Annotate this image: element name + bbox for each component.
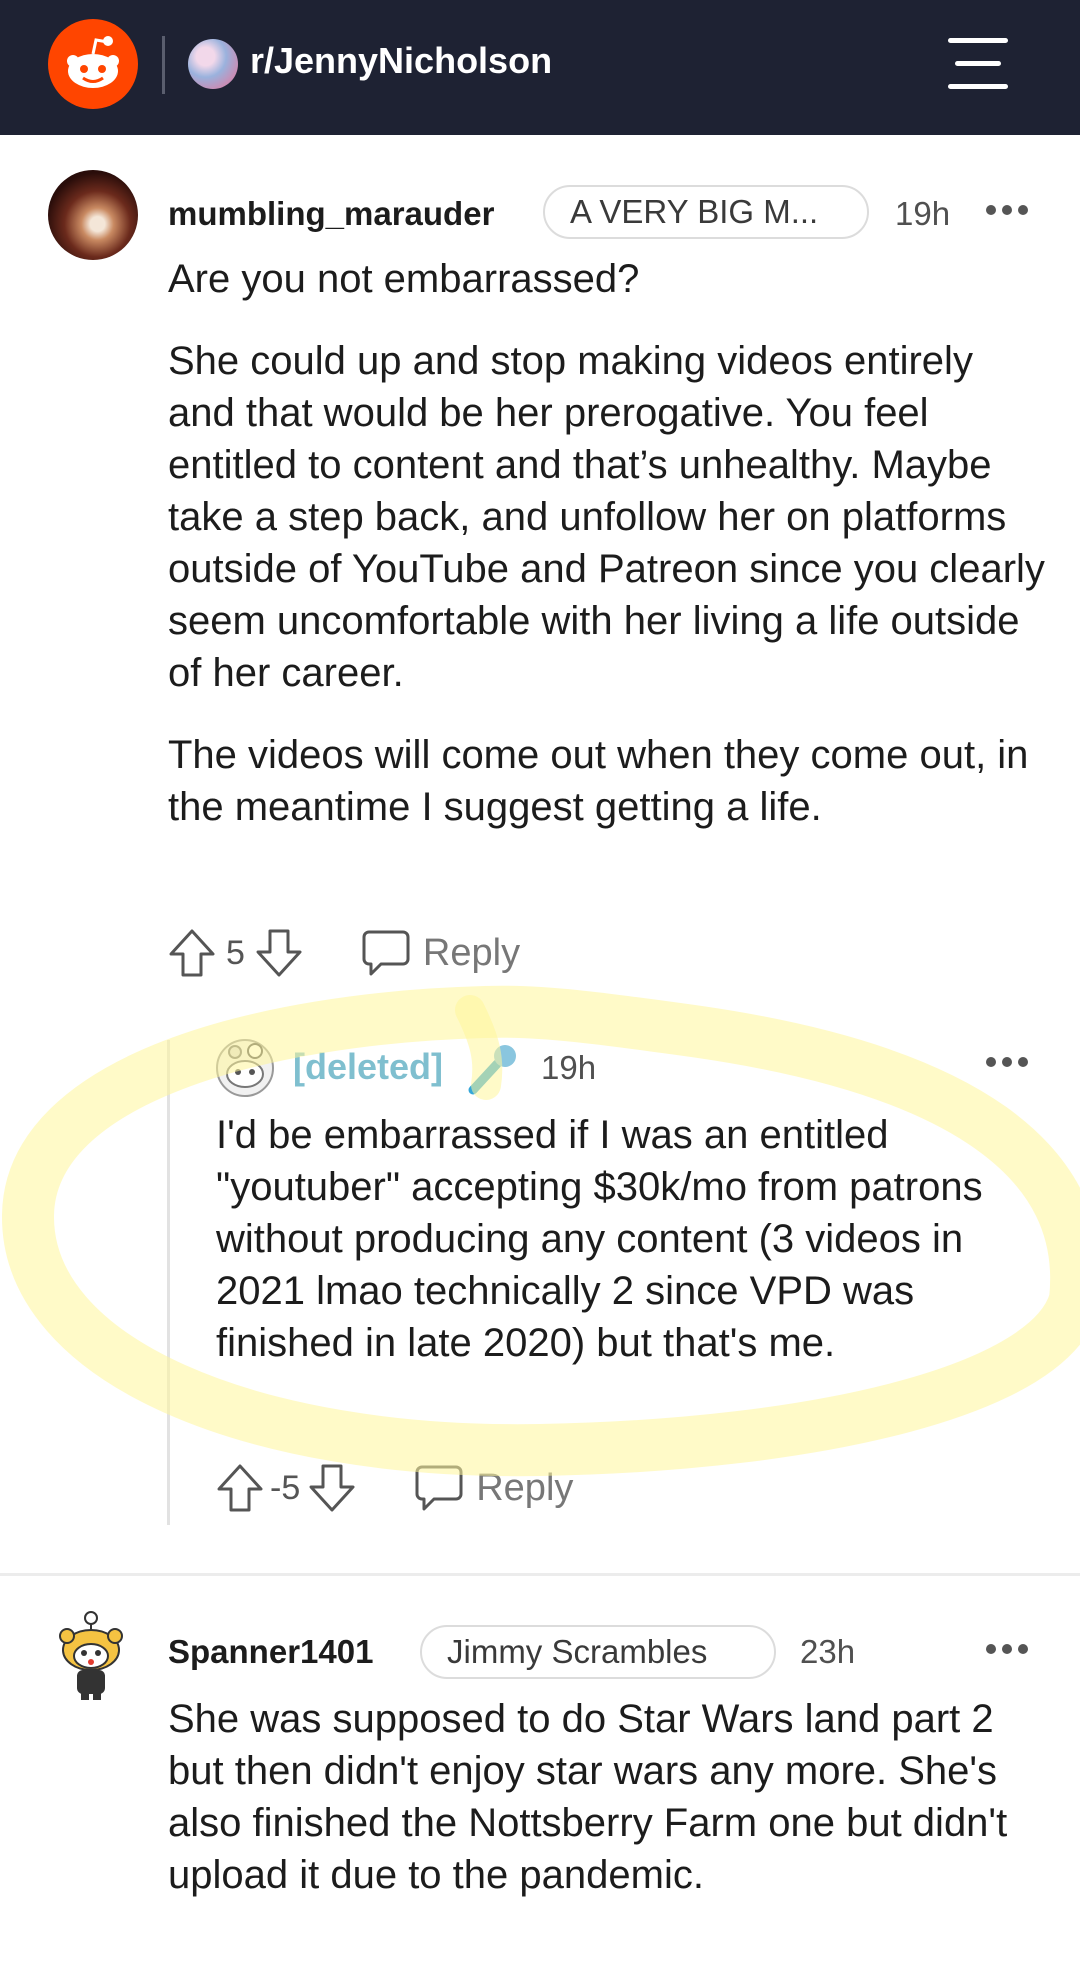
user-flair: Jimmy Scrambles — [420, 1625, 776, 1679]
comment-username[interactable]: [deleted] — [293, 1046, 443, 1088]
reply-button[interactable]: Reply — [476, 1467, 573, 1510]
header-divider — [162, 36, 165, 94]
comment-time: 23h — [800, 1633, 856, 1670]
avatar[interactable] — [48, 170, 138, 260]
downvote-icon[interactable] — [255, 928, 303, 978]
user-flair: A VERY BIG M... — [543, 185, 869, 239]
comment-body: I'd be embarrassed if I was an entitled … — [216, 1113, 983, 1365]
downvote-icon[interactable] — [308, 1463, 356, 1513]
reply-icon[interactable] — [414, 1464, 464, 1512]
comment-paragraph: Are you not embarrassed? — [168, 257, 640, 301]
upvote-icon[interactable] — [168, 928, 216, 978]
vote-count: -5 — [270, 1468, 301, 1507]
subreddit-icon[interactable] — [188, 39, 238, 89]
comment-username[interactable]: mumbling_marauder — [168, 195, 494, 233]
comment-time: 19h — [541, 1049, 597, 1086]
comment-body: She was supposed to do Star Wars land pa… — [168, 1697, 1008, 1897]
reply-button[interactable]: Reply — [423, 932, 520, 975]
reddit-logo-icon[interactable] — [48, 19, 138, 109]
more-options-icon[interactable] — [986, 1644, 1028, 1656]
snoo-avatar-icon — [216, 1039, 274, 1097]
thread-line[interactable] — [167, 1040, 170, 1525]
top-bar: r/JennyNicholson — [0, 0, 1080, 135]
comment-body: Are you not embarrassed? She could up an… — [168, 253, 1048, 833]
more-options-icon[interactable] — [986, 205, 1028, 217]
comment-separator — [0, 1573, 1080, 1576]
subreddit-name[interactable]: r/JennyNicholson — [250, 40, 552, 82]
comment-actions: -5 Reply — [216, 1463, 573, 1513]
more-options-icon[interactable] — [986, 1057, 1028, 1069]
comment-time: 19h — [895, 195, 951, 232]
upvote-icon[interactable] — [216, 1463, 264, 1513]
snoo-avatar-icon[interactable] — [55, 1608, 127, 1703]
vote-count: 5 — [226, 933, 245, 972]
hamburger-menu-icon[interactable] — [948, 38, 1008, 90]
comment-actions: 5 Reply — [168, 928, 520, 978]
comment-paragraph: She could up and stop making videos enti… — [168, 339, 1045, 695]
comment-username[interactable]: Spanner1401 — [168, 1633, 373, 1671]
reply-icon[interactable] — [361, 929, 411, 977]
microphone-icon — [468, 1045, 516, 1095]
comment-paragraph: The videos will come out when they come … — [168, 733, 1029, 829]
